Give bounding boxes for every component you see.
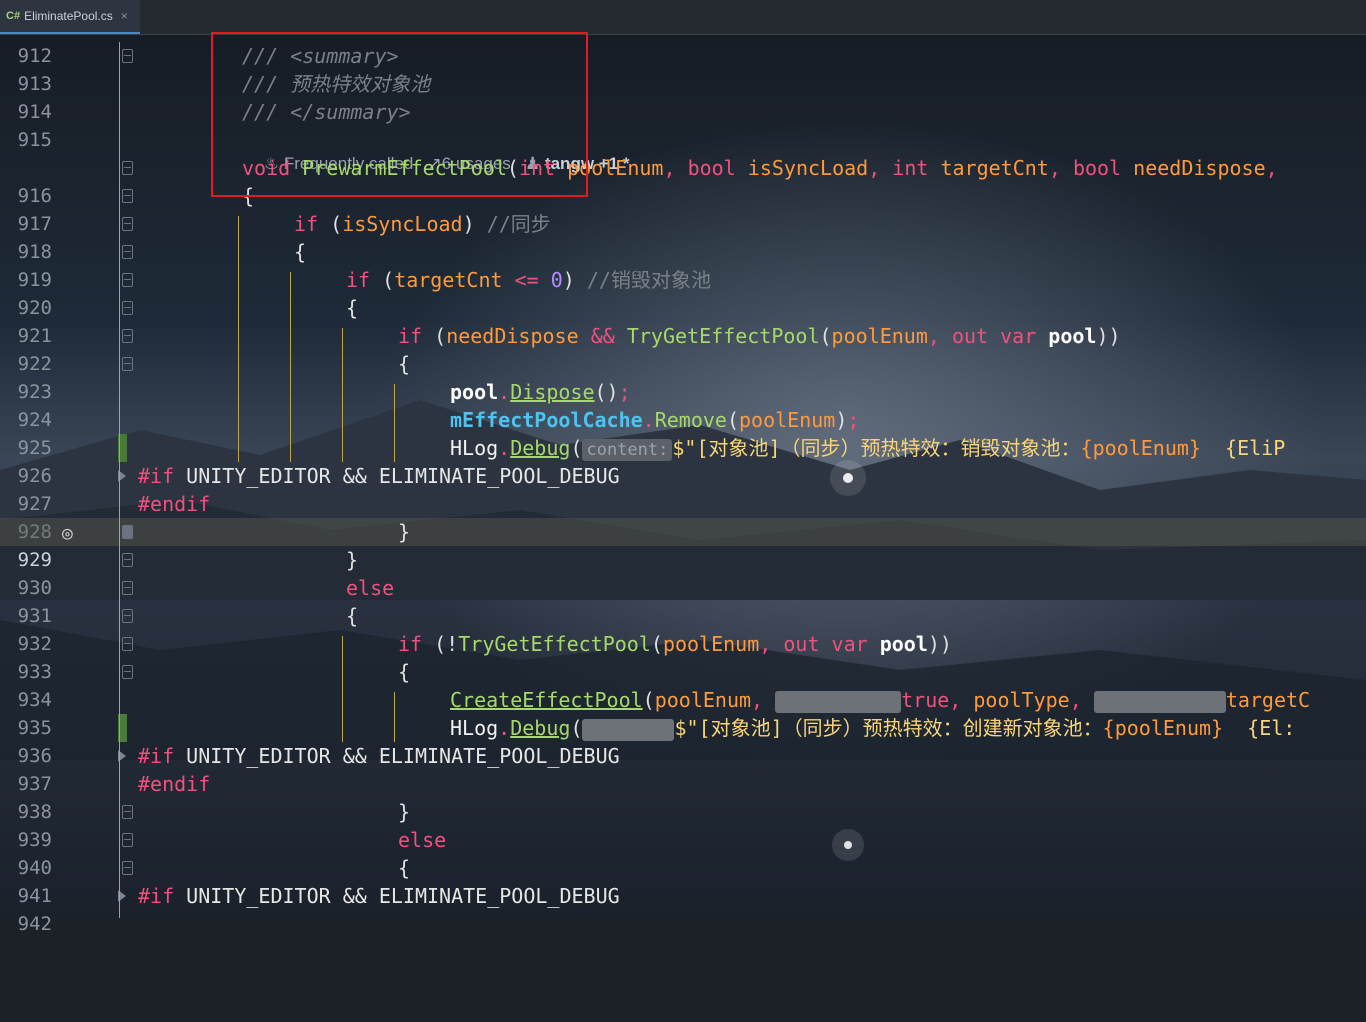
code-line: 942 #if UNITY_EDITOR && ELIMINATE_POOL_D… xyxy=(0,882,1366,935)
fold-toggle-icon[interactable] xyxy=(122,217,133,231)
line-number: 942 xyxy=(17,913,52,935)
code-line: 913 /// <summary> xyxy=(0,42,1366,95)
redacted-hint xyxy=(775,690,902,713)
fold-toggle-icon[interactable] xyxy=(122,805,133,819)
code-line: 935 CreateEffectPool(poolEnum, true, poo… xyxy=(0,686,1366,739)
code-line: 921 { xyxy=(0,294,1366,347)
fold-toggle-icon[interactable] xyxy=(122,553,133,567)
redacted-hint xyxy=(582,718,675,741)
fold-toggle-icon[interactable] xyxy=(122,609,133,623)
fold-toggle-icon[interactable] xyxy=(122,301,133,315)
code-line: 919 { xyxy=(0,238,1366,291)
lightbulb-icon[interactable]: ◎ xyxy=(62,520,73,548)
fold-toggle-icon[interactable] xyxy=(122,665,133,679)
file-tab-eliminatepool[interactable]: C# EliminatePool.cs × xyxy=(0,0,140,34)
parameter-name-hint: content: xyxy=(582,438,673,461)
indent-guide xyxy=(290,272,291,462)
indent-guide xyxy=(394,384,395,462)
fold-toggle-icon[interactable] xyxy=(122,581,133,595)
fold-toggle-icon[interactable] xyxy=(122,189,133,203)
code-line: 930 } xyxy=(0,546,1366,599)
code-line: 922 if (needDispose && TryGetEffectPool(… xyxy=(0,322,1366,375)
fold-toggle-icon[interactable] xyxy=(122,525,133,539)
code-line: 934 { xyxy=(0,658,1366,711)
code-line: 939 } xyxy=(0,798,1366,851)
code-line: 926 HLog.Debug(content: $"[对象池]（同步）预热特效：销… xyxy=(0,434,1366,487)
code-line: 915 /// </summary> xyxy=(0,98,1366,151)
code-line: 937 #if UNITY_EDITOR && ELIMINATE_POOL_D… xyxy=(0,742,1366,795)
code-line: 940 else xyxy=(0,826,1366,879)
code-line: 928 #endif xyxy=(0,490,1366,543)
code-line: 924 pool.Dispose(); xyxy=(0,378,1366,431)
editor-tab-bar: C# EliminatePool.cs × xyxy=(0,0,1366,35)
fold-toggle-icon[interactable] xyxy=(122,273,133,287)
code-line: 933 if (!TryGetEffectPool(poolEnum, out … xyxy=(0,630,1366,683)
indent-guide xyxy=(394,692,395,742)
code-line: 925 mEffectPoolCache.Remove(poolEnum); xyxy=(0,406,1366,459)
fold-toggle-icon[interactable] xyxy=(122,161,133,175)
fold-toggle-icon[interactable] xyxy=(122,833,133,847)
indent-guide xyxy=(342,636,343,742)
code-line: 941 { xyxy=(0,854,1366,907)
fold-toggle-icon[interactable] xyxy=(122,49,133,63)
fold-toggle-icon[interactable] xyxy=(122,329,133,343)
code-line: 920 if (targetCnt <= 0) //销毁对象池 xyxy=(0,266,1366,319)
indent-guide xyxy=(238,216,239,462)
redacted-hint xyxy=(1093,690,1226,713)
gutter-indent-guide xyxy=(119,42,120,918)
csharp-file-icon: C# xyxy=(6,10,21,22)
fold-toggle-icon[interactable] xyxy=(122,637,133,651)
code-line: 917 { xyxy=(0,182,1366,235)
code-line: 927 #if UNITY_EDITOR && ELIMINATE_POOL_D… xyxy=(0,462,1366,515)
indent-guide xyxy=(342,328,343,462)
close-tab-icon[interactable]: × xyxy=(121,9,128,23)
code-line: 916 void PrewarmEffectPool(int poolEnum,… xyxy=(0,154,1366,207)
code-line: 918 if (isSyncLoad) //同步 xyxy=(0,210,1366,263)
annotation-highlight-box xyxy=(211,32,588,197)
fold-toggle-icon[interactable] xyxy=(122,861,133,875)
code-line: 923 { xyxy=(0,350,1366,403)
code-line: 914 /// 预热特效对象池 xyxy=(0,70,1366,123)
code-line: 938 #endif xyxy=(0,770,1366,823)
code-line: 932 { xyxy=(0,602,1366,655)
code-editor[interactable]: 912 913 /// <summary> 914 /// 预热特效对象池 91… xyxy=(0,34,1366,935)
code-line-current: 929 ◎ } xyxy=(0,518,1366,571)
code-line: 931 else xyxy=(0,574,1366,627)
fold-toggle-icon[interactable] xyxy=(122,245,133,259)
code-line: 936 HLog.Debug($"[对象池]（同步）预热特效：创建新对象池：{p… xyxy=(0,714,1366,767)
line-number: 915 xyxy=(17,129,52,151)
fold-toggle-icon[interactable] xyxy=(122,357,133,371)
tab-filename: EliminatePool.cs xyxy=(24,9,113,23)
